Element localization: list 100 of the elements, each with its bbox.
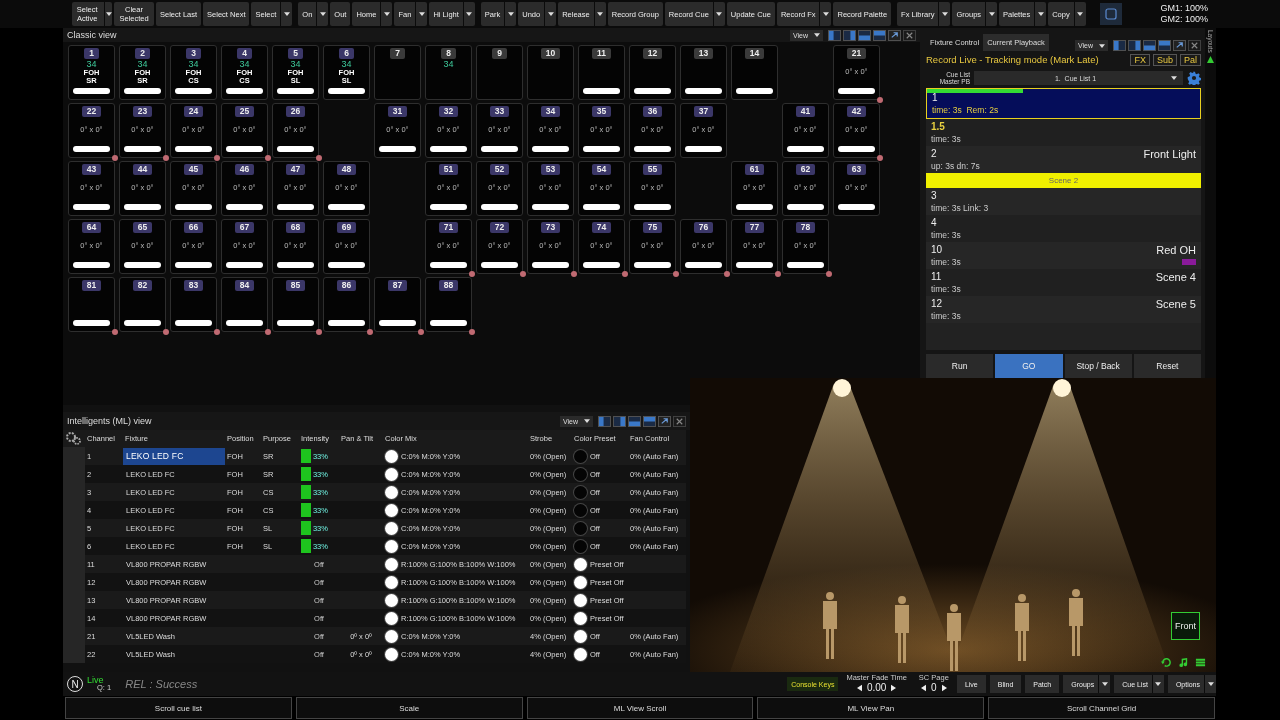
menu-icon[interactable] (1195, 657, 1206, 668)
channel-number: 62 (795, 164, 816, 175)
undock-icon[interactable] (1173, 40, 1186, 51)
layout-icon[interactable] (828, 29, 841, 41)
left-arrow-icon[interactable] (856, 684, 862, 692)
intensity-value: 34 (290, 59, 301, 69)
channel-number: 5 (288, 48, 303, 59)
caret-icon (1207, 682, 1214, 686)
intensity-value: 34 (188, 59, 199, 69)
function-key[interactable]: Scroll cue list (65, 697, 292, 719)
close-icon[interactable] (673, 415, 686, 427)
channel-tile[interactable]: 7 (374, 45, 421, 100)
playback-button[interactable]: GO (995, 354, 1063, 378)
note-icon[interactable] (1178, 657, 1189, 668)
channel-number: 11 (592, 48, 611, 59)
channel-number: 63 (846, 164, 867, 175)
close-icon[interactable] (903, 29, 916, 41)
function-key[interactable]: ML View Pan (757, 697, 985, 719)
cue-row[interactable]: 12 Scene 5 time: 3s (926, 296, 1201, 323)
channel-tile[interactable]: 82 (119, 277, 166, 332)
cue-number: 1 (932, 92, 938, 103)
channel-tile[interactable]: 81 (68, 277, 115, 332)
cue-row[interactable]: 3 time: 3s Link: 3 (926, 188, 1201, 215)
channel-number: 9 (492, 48, 507, 59)
layout-icon[interactable] (598, 415, 611, 427)
channel-number: 8 (441, 48, 456, 59)
layout-icon[interactable] (613, 415, 626, 427)
playback-button[interactable]: Run (926, 354, 994, 378)
panel-title: Classic view (67, 30, 117, 40)
front-view-button[interactable]: Front (1171, 612, 1200, 640)
channel-tile[interactable]: 9 (476, 45, 523, 100)
close-icon[interactable] (1188, 40, 1201, 51)
layout-icon[interactable] (858, 29, 871, 41)
playback-button[interactable]: Reset (1133, 354, 1201, 378)
left-arrow-icon[interactable] (921, 684, 927, 692)
cue-timing: time: 3s (931, 133, 961, 144)
caret-icon (988, 12, 995, 16)
layout-icon[interactable] (873, 29, 886, 41)
channel-number: 32 (438, 106, 459, 117)
table-cell[interactable]: LEKO LED FC (123, 447, 225, 465)
layout-icon[interactable] (628, 415, 641, 427)
layout-icon[interactable] (843, 29, 856, 41)
channel-tile[interactable]: 8 34 (425, 45, 472, 100)
channel-tile[interactable]: 87 (374, 277, 421, 332)
cue-label: Scene 4 (1155, 270, 1196, 283)
caret-icon (1037, 12, 1044, 16)
channel-tile[interactable]: 88 (425, 277, 472, 332)
cue-label: Scene 5 (1155, 297, 1196, 310)
channel-number: 45 (183, 164, 204, 175)
channel-number: 75 (642, 222, 663, 233)
channel-number: 44 (132, 164, 153, 175)
channel-number: 53 (540, 164, 561, 175)
channel-number: 43 (81, 164, 102, 175)
layout-icon[interactable] (1158, 40, 1171, 51)
channel-tile[interactable]: 83 (170, 277, 217, 332)
channel-number: 25 (234, 106, 255, 117)
layout-icon[interactable] (1113, 40, 1126, 51)
channel-number: 51 (438, 164, 459, 175)
channel-number: 81 (81, 280, 102, 291)
channel-number: 82 (132, 280, 153, 291)
intensity-value: 34 (443, 59, 454, 69)
mode-button[interactable]: Pal (1180, 53, 1201, 66)
layout-icon[interactable] (643, 415, 656, 427)
channel-number: 65 (132, 222, 153, 233)
cue-row[interactable]: 1 time: 3s Rem: 2s (926, 88, 1201, 119)
channel-number: 35 (591, 106, 612, 117)
right-arrow-icon[interactable] (891, 684, 897, 692)
refresh-icon[interactable] (1161, 657, 1172, 668)
mode-button[interactable]: Sub (1152, 53, 1177, 66)
right-arrow-icon[interactable] (941, 684, 947, 692)
mode-button[interactable]: FX (1130, 53, 1150, 66)
layout-icon[interactable] (1128, 40, 1141, 51)
channel-tile[interactable]: 12 (629, 45, 676, 100)
cue-row[interactable]: 2 Front Light up: 3s dn: 7s (926, 146, 1201, 173)
channel-tile[interactable]: 84 (221, 277, 268, 332)
channel-number: 23 (132, 106, 153, 117)
channel-number: 68 (285, 222, 306, 233)
channel-number: 72 (489, 222, 510, 233)
undock-icon[interactable] (658, 415, 671, 427)
channel-tile[interactable]: 11 (578, 45, 625, 100)
channel-number: 84 (234, 280, 255, 291)
channel-number: 83 (183, 280, 204, 291)
channel-number: 10 (540, 48, 561, 59)
channel-tile[interactable]: 13 (680, 45, 727, 100)
function-key[interactable]: Scroll Channel Grid (988, 697, 1215, 719)
cue-label: Front Light (1143, 147, 1196, 160)
live-indicator: Live (87, 676, 105, 684)
settings-icon[interactable] (1187, 71, 1201, 85)
toggle-button[interactable] (1099, 3, 1122, 25)
layout-icon[interactable] (1143, 40, 1156, 51)
channel-tile[interactable]: 85 (272, 277, 319, 332)
intensity-value: 34 (86, 59, 97, 69)
channel-tile[interactable]: 86 (323, 277, 370, 332)
function-key[interactable]: ML View Scroll (526, 697, 754, 719)
playback-button[interactable]: Stop / Back (1064, 354, 1132, 378)
channel-tile[interactable]: 10 (527, 45, 574, 100)
cue-row[interactable]: 10 Red OH time: 3s (926, 242, 1201, 269)
function-key[interactable]: Scale (295, 697, 523, 719)
undock-icon[interactable] (888, 29, 901, 41)
channel-tile[interactable]: 14 (731, 45, 778, 100)
